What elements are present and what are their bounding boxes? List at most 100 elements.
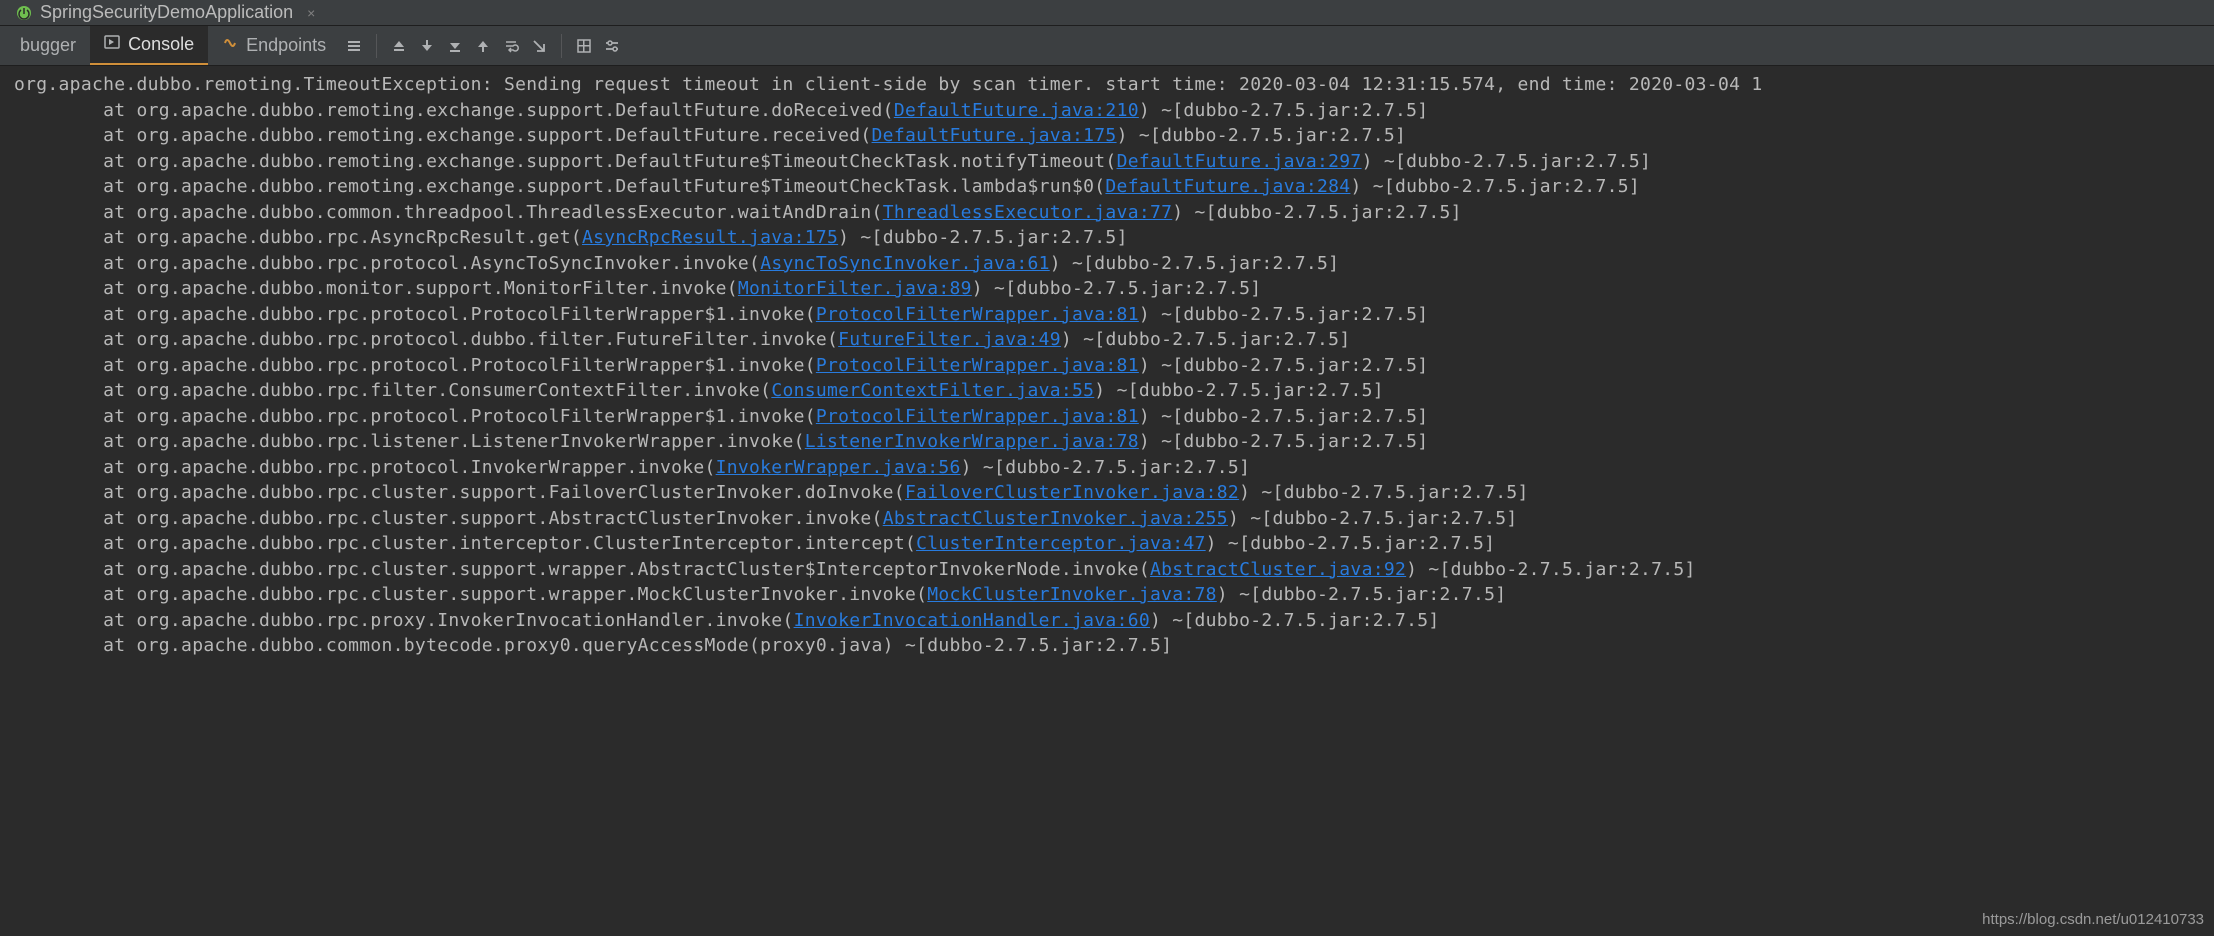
stack-frame-suffix: ) ~[dubbo-2.7.5.jar:2.7.5]: [1139, 355, 1429, 376]
stack-frame: at org.apache.dubbo.rpc.protocol.Protoco…: [14, 404, 2214, 430]
stack-frame: at org.apache.dubbo.rpc.cluster.support.…: [14, 506, 2214, 532]
editor-tab-bar: SpringSecurityDemoApplication ×: [0, 0, 2214, 26]
stack-frame-text: at org.apache.dubbo.rpc.AsyncRpcResult.g…: [14, 227, 582, 248]
stack-frame-text: at org.apache.dubbo.rpc.protocol.Protoco…: [14, 304, 816, 325]
stack-frame-text: at org.apache.dubbo.rpc.proxy.InvokerInv…: [14, 610, 794, 631]
stack-frame: at org.apache.dubbo.rpc.cluster.support.…: [14, 557, 2214, 583]
stack-frame-text: at org.apache.dubbo.remoting.exchange.su…: [14, 125, 872, 146]
source-link[interactable]: DefaultFuture.java:175: [872, 125, 1117, 146]
stack-frame-text: at org.apache.dubbo.rpc.cluster.intercep…: [14, 533, 916, 554]
source-link[interactable]: AsyncToSyncInvoker.java:61: [760, 253, 1050, 274]
stack-frame: at org.apache.dubbo.remoting.exchange.su…: [14, 174, 2214, 200]
stack-frame: at org.apache.dubbo.rpc.protocol.AsyncTo…: [14, 251, 2214, 277]
stack-frame: at org.apache.dubbo.remoting.exchange.su…: [14, 149, 2214, 175]
tab-console[interactable]: Console: [90, 26, 208, 65]
source-link[interactable]: FailoverClusterInvoker.java:82: [905, 482, 1239, 503]
stack-frame-text: at org.apache.dubbo.rpc.cluster.support.…: [14, 482, 905, 503]
stack-frame-text: at org.apache.dubbo.common.threadpool.Th…: [14, 202, 883, 223]
source-link[interactable]: DefaultFuture.java:284: [1105, 176, 1350, 197]
stack-frame-text: at org.apache.dubbo.common.bytecode.prox…: [14, 635, 1172, 656]
stack-frame-suffix: ) ~[dubbo-2.7.5.jar:2.7.5]: [1217, 584, 1507, 605]
up-stack-icon[interactable]: [385, 32, 413, 60]
stack-frame-text: at org.apache.dubbo.rpc.protocol.Invoker…: [14, 457, 716, 478]
source-link[interactable]: ProtocolFilterWrapper.java:81: [816, 355, 1139, 376]
stack-frame: at org.apache.dubbo.rpc.cluster.support.…: [14, 480, 2214, 506]
source-link[interactable]: ThreadlessExecutor.java:77: [883, 202, 1173, 223]
stack-frame-suffix: ) ~[dubbo-2.7.5.jar:2.7.5]: [961, 457, 1251, 478]
source-link[interactable]: ProtocolFilterWrapper.java:81: [816, 406, 1139, 427]
exception-line: org.apache.dubbo.remoting.TimeoutExcepti…: [14, 72, 2214, 98]
source-link[interactable]: ProtocolFilterWrapper.java:81: [816, 304, 1139, 325]
stack-frame-suffix: ) ~[dubbo-2.7.5.jar:2.7.5]: [1117, 125, 1407, 146]
stack-frame-suffix: ) ~[dubbo-2.7.5.jar:2.7.5]: [1050, 253, 1340, 274]
source-link[interactable]: ClusterInterceptor.java:47: [916, 533, 1206, 554]
stack-frame-suffix: ) ~[dubbo-2.7.5.jar:2.7.5]: [1139, 304, 1429, 325]
stack-frame-text: at org.apache.dubbo.rpc.listener.Listene…: [14, 431, 805, 452]
stack-frame-suffix: ) ~[dubbo-2.7.5.jar:2.7.5]: [1239, 482, 1529, 503]
scroll-to-end-icon[interactable]: [525, 32, 553, 60]
stack-frame: at org.apache.dubbo.common.threadpool.Th…: [14, 200, 2214, 226]
stack-frame-suffix: ) ~[dubbo-2.7.5.jar:2.7.5]: [1206, 533, 1496, 554]
stack-frame-text: at org.apache.dubbo.rpc.protocol.Protoco…: [14, 355, 816, 376]
stack-frame-suffix: ) ~[dubbo-2.7.5.jar:2.7.5]: [1406, 559, 1696, 580]
stack-frame-suffix: ) ~[dubbo-2.7.5.jar:2.7.5]: [1139, 100, 1429, 121]
source-link[interactable]: AsyncRpcResult.java:175: [582, 227, 838, 248]
stack-frame-suffix: ) ~[dubbo-2.7.5.jar:2.7.5]: [1094, 380, 1384, 401]
source-link[interactable]: AbstractClusterInvoker.java:255: [883, 508, 1228, 529]
down-arrow-underline-icon[interactable]: [441, 32, 469, 60]
stack-frame: at org.apache.dubbo.rpc.protocol.Protoco…: [14, 302, 2214, 328]
stack-frame-suffix: ) ~[dubbo-2.7.5.jar:2.7.5]: [1139, 431, 1429, 452]
tab-endpoints[interactable]: Endpoints: [208, 26, 340, 65]
console-icon: [104, 34, 120, 55]
stack-frame-suffix: ) ~[dubbo-2.7.5.jar:2.7.5]: [1362, 151, 1652, 172]
stack-frame: at org.apache.dubbo.remoting.exchange.su…: [14, 98, 2214, 124]
run-toolwindow-toolbar: bugger Console Endpoints: [0, 26, 2214, 66]
tab-debugger[interactable]: bugger: [6, 26, 90, 65]
stack-frame: at org.apache.dubbo.monitor.support.Moni…: [14, 276, 2214, 302]
settings-sliders-icon[interactable]: [598, 32, 626, 60]
separator: [561, 34, 562, 58]
close-icon[interactable]: ×: [307, 5, 315, 21]
more-icon[interactable]: [340, 32, 368, 60]
stack-frame-text: at org.apache.dubbo.rpc.cluster.support.…: [14, 508, 883, 529]
down-arrow-icon[interactable]: [413, 32, 441, 60]
stack-frame: at org.apache.dubbo.rpc.proxy.InvokerInv…: [14, 608, 2214, 634]
console-output[interactable]: org.apache.dubbo.remoting.TimeoutExcepti…: [0, 66, 2214, 665]
up-arrow-icon[interactable]: [469, 32, 497, 60]
watermark-text: https://blog.csdn.net/u012410733: [1982, 911, 2204, 928]
stack-frame-suffix: ) ~[dubbo-2.7.5.jar:2.7.5]: [1150, 610, 1440, 631]
wrap-text-icon[interactable]: [497, 32, 525, 60]
source-link[interactable]: AbstractCluster.java:92: [1150, 559, 1406, 580]
stack-frame: at org.apache.dubbo.rpc.filter.ConsumerC…: [14, 378, 2214, 404]
stack-frame-suffix: ) ~[dubbo-2.7.5.jar:2.7.5]: [1139, 406, 1429, 427]
stack-frame: at org.apache.dubbo.rpc.AsyncRpcResult.g…: [14, 225, 2214, 251]
stack-frame-text: at org.apache.dubbo.rpc.protocol.AsyncTo…: [14, 253, 760, 274]
separator: [376, 34, 377, 58]
stack-frame-suffix: ) ~[dubbo-2.7.5.jar:2.7.5]: [972, 278, 1262, 299]
source-link[interactable]: ConsumerContextFilter.java:55: [771, 380, 1094, 401]
tab-debugger-label: bugger: [20, 35, 76, 56]
print-icon[interactable]: [570, 32, 598, 60]
source-link[interactable]: FutureFilter.java:49: [838, 329, 1061, 350]
source-link[interactable]: MonitorFilter.java:89: [738, 278, 972, 299]
source-link[interactable]: ListenerInvokerWrapper.java:78: [805, 431, 1139, 452]
stack-frame: at org.apache.dubbo.rpc.protocol.Protoco…: [14, 353, 2214, 379]
stack-frame-text: at org.apache.dubbo.rpc.cluster.support.…: [14, 559, 1150, 580]
stack-frame-text: at org.apache.dubbo.rpc.cluster.support.…: [14, 584, 927, 605]
source-link[interactable]: DefaultFuture.java:297: [1117, 151, 1362, 172]
stack-frame: at org.apache.dubbo.rpc.cluster.intercep…: [14, 531, 2214, 557]
source-link[interactable]: MockClusterInvoker.java:78: [927, 584, 1217, 605]
stack-frame-text: at org.apache.dubbo.remoting.exchange.su…: [14, 151, 1117, 172]
stack-frame-text: at org.apache.dubbo.remoting.exchange.su…: [14, 100, 894, 121]
spring-boot-icon: [16, 5, 32, 21]
stack-frame-text: at org.apache.dubbo.monitor.support.Moni…: [14, 278, 738, 299]
file-tab-springsecuritydemoapplication[interactable]: SpringSecurityDemoApplication ×: [6, 0, 325, 25]
stack-frame-suffix: ) ~[dubbo-2.7.5.jar:2.7.5]: [1061, 329, 1351, 350]
stack-frame: at org.apache.dubbo.rpc.protocol.Invoker…: [14, 455, 2214, 481]
source-link[interactable]: InvokerWrapper.java:56: [716, 457, 961, 478]
source-link[interactable]: DefaultFuture.java:210: [894, 100, 1139, 121]
stack-frame: at org.apache.dubbo.common.bytecode.prox…: [14, 633, 2214, 659]
stack-frame: at org.apache.dubbo.rpc.cluster.support.…: [14, 582, 2214, 608]
source-link[interactable]: InvokerInvocationHandler.java:60: [794, 610, 1150, 631]
stack-frame-suffix: ) ~[dubbo-2.7.5.jar:2.7.5]: [1350, 176, 1640, 197]
